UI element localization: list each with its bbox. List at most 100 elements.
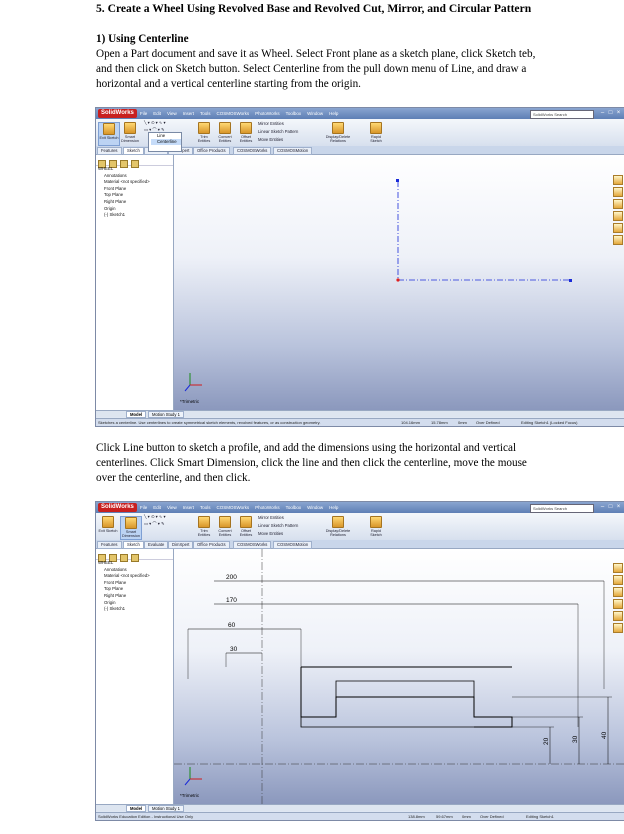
display-relations-button[interactable]: Display/Delete Relations	[324, 122, 352, 144]
maximize-icon[interactable]: □	[607, 110, 614, 117]
linear-pattern-button[interactable]: Linear Sketch Pattern	[258, 129, 298, 135]
tree-item-right-plane[interactable]: Right Plane	[98, 199, 173, 206]
feature-manager-panel: WHEEL Annotations Material <not specifie…	[96, 155, 174, 410]
title-bar: SolidWorks File Edit View Insert Tools COSMOS…	[96, 108, 624, 119]
appearances-icon[interactable]	[613, 223, 623, 233]
line-tool-icon[interactable]: ╲ ▾ ⊙ ▾ ∿ ▾	[144, 120, 166, 126]
offset-entities-button[interactable]: Offset Entities	[236, 122, 256, 144]
relations-icon	[332, 122, 344, 134]
maximize-icon[interactable]: □	[607, 504, 614, 511]
display-icon[interactable]	[131, 554, 139, 562]
smart-dimension-button[interactable]: Smart Dimension	[120, 122, 140, 144]
design-library-icon[interactable]	[613, 187, 623, 197]
tab-office-products[interactable]: Office Products	[193, 541, 230, 549]
dimension-40[interactable]: 40	[601, 731, 608, 739]
tab-cosmosmotion[interactable]: COSMOSMotion	[273, 147, 313, 155]
config-icon[interactable]	[120, 160, 128, 168]
tab-cosmosworks[interactable]: COSMOSWorks	[233, 147, 272, 155]
graphics-area[interactable]: *Trimetric	[174, 155, 624, 410]
config-icon[interactable]	[120, 554, 128, 562]
appearances-icon[interactable]	[613, 611, 623, 621]
minimize-icon[interactable]: –	[599, 504, 606, 511]
tab-features[interactable]: Features	[97, 147, 122, 155]
move-entities-button[interactable]: Move Entities	[258, 531, 283, 537]
convert-entities-button[interactable]: Convert Entities	[215, 122, 235, 144]
tree-item-material[interactable]: Material <not specified>	[98, 573, 173, 580]
display-icon[interactable]	[131, 160, 139, 168]
dimension-170[interactable]: 170	[226, 597, 237, 604]
linear-pattern-button[interactable]: Linear Sketch Pattern	[258, 523, 298, 529]
bottom-tabs: Model Motion Study 1	[96, 410, 624, 418]
close-icon[interactable]: ×	[615, 110, 622, 117]
search-input[interactable]: SolidWorks Search	[530, 110, 594, 119]
exit-sketch-button[interactable]: Exit Sketch	[98, 122, 120, 146]
tree-item-sketch1[interactable]: (-) Sketch1	[98, 212, 173, 219]
custom-properties-icon[interactable]	[613, 235, 623, 245]
offset-icon	[240, 516, 252, 528]
tab-motion-study[interactable]: Motion Study 1	[148, 805, 184, 812]
view-palette-icon[interactable]	[613, 211, 623, 221]
tree-item-sketch1[interactable]: (-) Sketch1	[98, 606, 173, 613]
tree-item-top-plane[interactable]: Top Plane	[98, 586, 173, 593]
tree-item-front-plane[interactable]: Front Plane	[98, 580, 173, 587]
rectangle-tool-icon[interactable]: ▭ ▾ ⌒ ▾ ✎	[144, 521, 165, 527]
tree-item-origin[interactable]: Origin	[98, 600, 173, 607]
tab-dimxpert[interactable]: DimXpert	[168, 541, 194, 549]
offset-icon	[240, 122, 252, 134]
tab-motion-study[interactable]: Motion Study 1	[148, 411, 184, 418]
solidworks-screenshot-2: SolidWorks File Edit View Insert Tools COSMOS…	[95, 501, 624, 821]
resources-icon[interactable]	[613, 175, 623, 185]
tree-item-right-plane[interactable]: Right Plane	[98, 593, 173, 600]
smart-dimension-button[interactable]: Smart Dimension	[120, 516, 142, 540]
origin-point	[396, 278, 400, 282]
tab-model[interactable]: Model	[126, 805, 147, 812]
exit-sketch-button[interactable]: Exit Sketch	[98, 516, 118, 538]
view-palette-icon[interactable]	[613, 599, 623, 609]
rapid-sketch-button[interactable]: Rapid Sketch	[366, 122, 386, 144]
tab-office-products[interactable]: Office Products	[193, 147, 230, 155]
file-explorer-icon[interactable]	[613, 199, 623, 209]
tab-evaluate[interactable]: Evaluate	[144, 541, 169, 549]
trim-entities-button[interactable]: Trim Entities	[194, 122, 214, 144]
dimension-200[interactable]: 200	[226, 574, 237, 581]
tab-cosmosworks[interactable]: COSMOSWorks	[233, 541, 272, 549]
move-entities-button[interactable]: Move Entities	[258, 137, 283, 143]
mirror-entities-button[interactable]: Mirror Entities	[258, 121, 284, 127]
minimize-icon[interactable]: –	[599, 110, 606, 117]
tree-item-material[interactable]: Material <not specified>	[98, 179, 173, 186]
close-icon[interactable]: ×	[615, 504, 622, 511]
custom-properties-icon[interactable]	[613, 623, 623, 633]
profile-inner-edge[interactable]	[335, 680, 475, 697]
profile-outline[interactable]	[300, 667, 513, 728]
tree-item-origin[interactable]: Origin	[98, 206, 173, 213]
line-tool-icon[interactable]: ╲ ▾ ⊙ ▾ ∿ ▾	[144, 514, 166, 520]
tab-sketch[interactable]: Sketch	[123, 541, 144, 549]
profile-bottom-edge[interactable]	[300, 717, 512, 728]
design-library-icon[interactable]	[613, 575, 623, 585]
offset-entities-button[interactable]: Offset Entities	[236, 516, 256, 538]
tab-model[interactable]: Model	[126, 411, 147, 418]
tree-item-annotations[interactable]: Annotations	[98, 173, 173, 180]
rapid-sketch-button[interactable]: Rapid Sketch	[366, 516, 386, 538]
mirror-entities-button[interactable]: Mirror Entities	[258, 515, 284, 521]
trim-entities-button[interactable]: Trim Entities	[194, 516, 214, 538]
dimension-20[interactable]: 20	[543, 737, 550, 745]
tree-item-front-plane[interactable]: Front Plane	[98, 186, 173, 193]
tab-sketch[interactable]: Sketch	[123, 147, 144, 155]
command-tabs: Features Sketch Evaluate DimXpert Office…	[96, 540, 624, 549]
graphics-area[interactable]: 200 170 60 30 20 30 40 *Trimetric	[174, 549, 624, 804]
tree-item-top-plane[interactable]: Top Plane	[98, 192, 173, 199]
search-input[interactable]: SolidWorks Search	[530, 504, 594, 513]
file-explorer-icon[interactable]	[613, 587, 623, 597]
dimension-30-horizontal[interactable]: 30	[230, 646, 238, 653]
dimension-60[interactable]: 60	[228, 622, 236, 629]
tab-cosmosmotion[interactable]: COSMOSMotion	[273, 541, 313, 549]
convert-entities-button[interactable]: Convert Entities	[215, 516, 235, 538]
tab-features[interactable]: Features	[97, 541, 122, 549]
tree-item-annotations[interactable]: Annotations	[98, 567, 173, 574]
resources-icon[interactable]	[613, 563, 623, 573]
dimension-30-vertical[interactable]: 30	[572, 735, 579, 743]
display-relations-button[interactable]: Display/Delete Relations	[324, 516, 352, 538]
menu-item-centerline[interactable]: Centerline	[151, 139, 181, 145]
view-label: *Trimetric	[180, 793, 200, 798]
